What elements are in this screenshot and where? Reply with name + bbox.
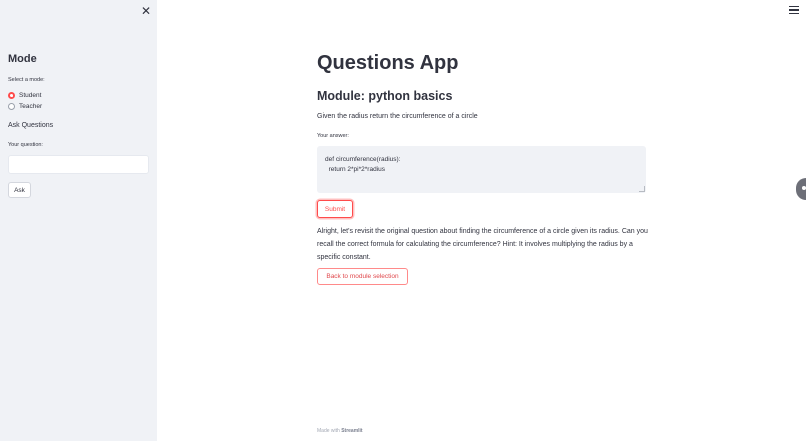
question-label: Your question: <box>8 142 43 148</box>
radio-label: Student <box>19 92 42 99</box>
hamburger-menu-icon[interactable] <box>789 6 799 15</box>
footer-made-with: Made with <box>317 428 340 434</box>
question-text: Given the radius return the circumferenc… <box>317 113 478 120</box>
close-icon[interactable]: ✕ <box>140 4 152 18</box>
floating-widget-icon[interactable] <box>796 178 806 200</box>
ask-questions-heading: Ask Questions <box>8 122 54 129</box>
sidebar-heading: Mode <box>8 53 37 65</box>
radio-selected-icon[interactable] <box>8 92 15 99</box>
radio-label: Teacher <box>19 103 43 110</box>
page-title: Questions App <box>317 52 459 74</box>
mode-label: Select a mode: <box>8 77 45 83</box>
module-title: Module: python basics <box>317 89 453 103</box>
radio-unselected-icon[interactable] <box>8 103 15 110</box>
feedback-text: Alright, let's revisit the original ques… <box>317 228 648 261</box>
back-to-module-selection-button[interactable]: Back to module selection <box>317 268 408 285</box>
submit-button[interactable]: Submit <box>317 200 353 218</box>
answer-label: Your answer: <box>317 133 349 139</box>
radio-teacher[interactable]: Teacher <box>8 103 42 110</box>
app-root: ✕ Mode Select a mode: Student Teacher As… <box>0 0 806 441</box>
resize-handle-icon[interactable] <box>639 186 645 192</box>
footer: Made with Streamlit <box>317 428 363 434</box>
radio-student[interactable]: Student <box>8 92 41 99</box>
question-input[interactable] <box>8 155 149 174</box>
answer-textarea[interactable]: def circumference(radius): return 2*pi*2… <box>317 146 646 193</box>
sidebar: ✕ Mode Select a mode: Student Teacher As… <box>0 0 157 441</box>
ask-button[interactable]: Ask <box>8 182 31 198</box>
footer-brand-link[interactable]: Streamlit <box>341 428 362 434</box>
